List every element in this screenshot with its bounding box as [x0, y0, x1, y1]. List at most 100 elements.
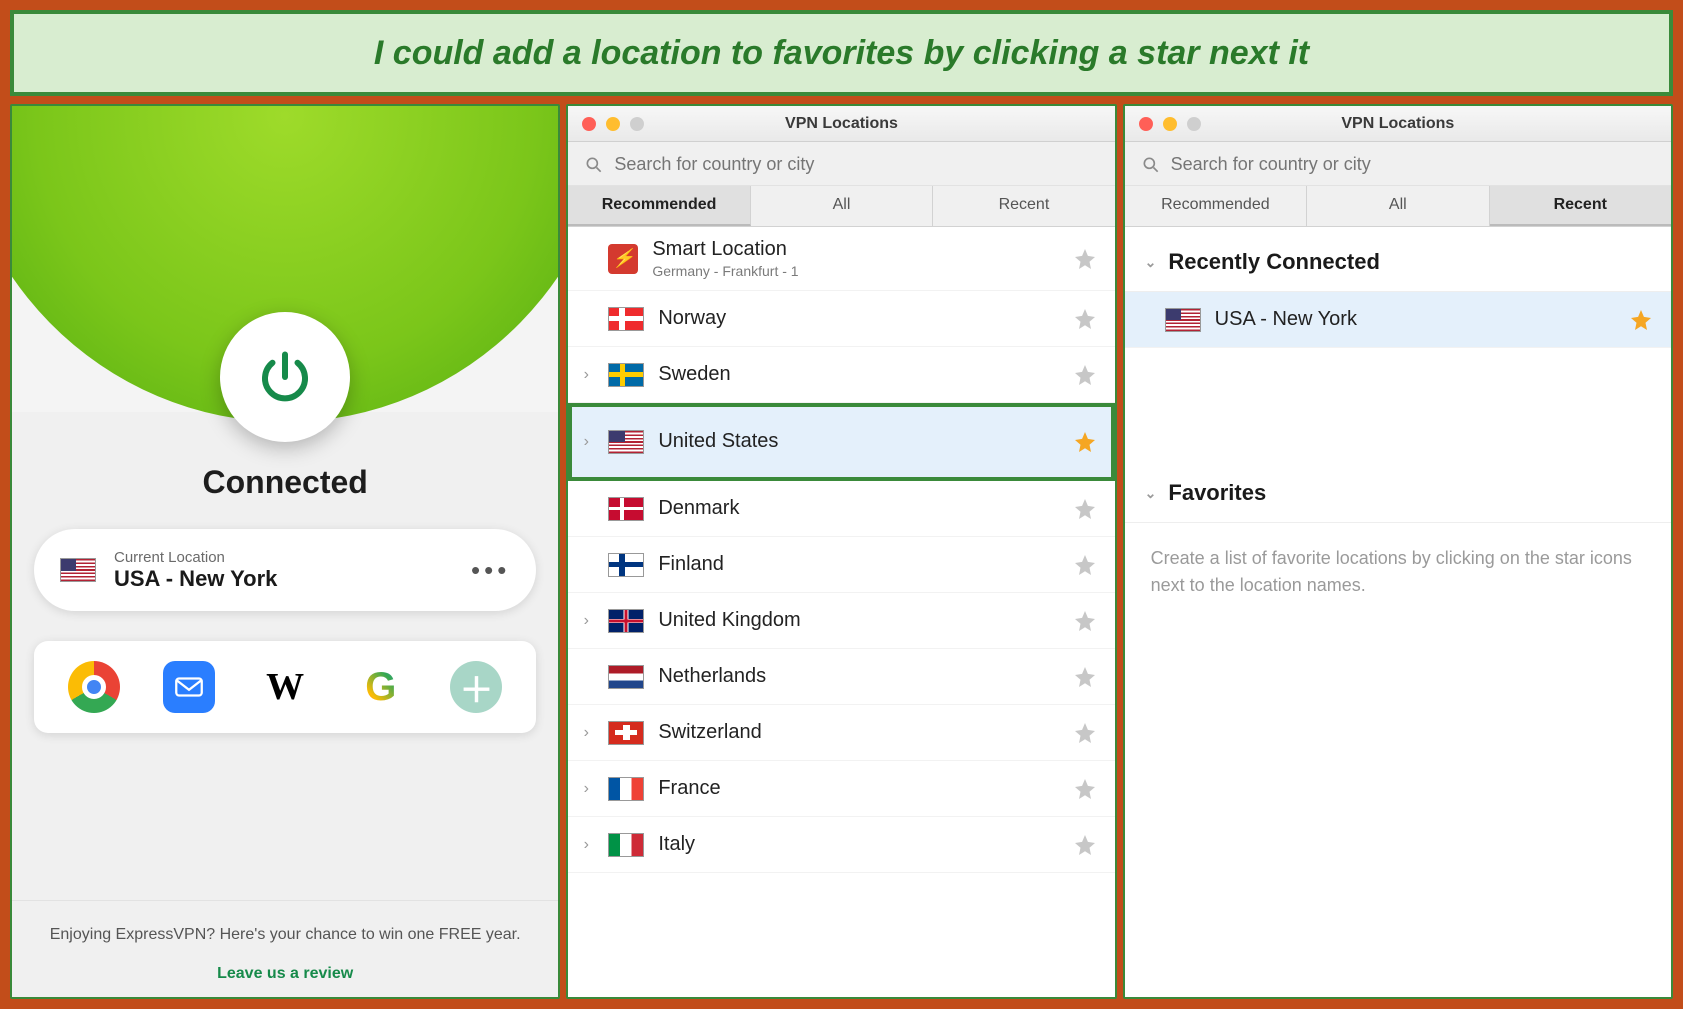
tab-recommended[interactable]: Recommended: [1125, 186, 1307, 226]
tab-recent[interactable]: Recent: [933, 186, 1114, 226]
location-tabs: Recommended All Recent: [1125, 186, 1671, 227]
search-input[interactable]: [1171, 154, 1655, 175]
location-name: Denmark: [658, 497, 1058, 520]
zoom-icon[interactable]: [630, 117, 644, 131]
star-icon[interactable]: [1073, 777, 1097, 801]
recently-connected-label: Recently Connected: [1168, 249, 1380, 275]
tab-recent[interactable]: Recent: [1490, 186, 1671, 226]
promo-text: Enjoying ExpressVPN? Here's your chance …: [42, 923, 528, 947]
power-button[interactable]: [220, 312, 350, 442]
connection-status: Connected: [12, 464, 558, 501]
recent-location-row[interactable]: USA - New York: [1125, 292, 1671, 348]
location-name: Norway: [658, 307, 1058, 330]
location-row[interactable]: Norway: [568, 291, 1114, 347]
favorites-label: Favorites: [1168, 480, 1266, 506]
flag-icon: [608, 665, 644, 689]
location-name: Finland: [658, 553, 1058, 576]
current-location-label: Current Location: [114, 549, 453, 566]
chrome-shortcut[interactable]: [68, 661, 120, 713]
location-list: ⚡ Smart Location Germany - Frankfurt - 1…: [568, 227, 1114, 997]
recently-connected-header[interactable]: ⌄ Recently Connected: [1125, 227, 1671, 292]
location-name: United Kingdom: [658, 609, 1058, 632]
location-row[interactable]: ›Switzerland: [568, 705, 1114, 761]
window-title: VPN Locations: [1125, 115, 1671, 133]
minimize-icon[interactable]: [1163, 117, 1177, 131]
star-icon[interactable]: [1073, 609, 1097, 633]
search-icon: [1141, 155, 1161, 175]
connection-hero: [12, 202, 558, 412]
current-location-value: USA - New York: [114, 566, 453, 592]
chevron-right-icon: ›: [578, 612, 594, 630]
star-icon[interactable]: [1629, 308, 1653, 332]
star-icon[interactable]: [1073, 307, 1097, 331]
minimize-icon[interactable]: [606, 117, 620, 131]
location-row[interactable]: Finland: [568, 537, 1114, 593]
location-row[interactable]: Denmark: [568, 481, 1114, 537]
location-name: Sweden: [658, 363, 1058, 386]
tab-recommended[interactable]: Recommended: [568, 186, 750, 226]
location-row[interactable]: › Sweden: [568, 347, 1114, 403]
star-icon[interactable]: [1073, 363, 1097, 387]
zoom-icon[interactable]: [1187, 117, 1201, 131]
favorites-header[interactable]: ⌄ Favorites: [1125, 458, 1671, 523]
us-flag-icon: [60, 558, 96, 582]
chevron-right-icon: ›: [578, 724, 594, 742]
star-icon[interactable]: [1073, 553, 1097, 577]
favorites-hint: Create a list of favorite locations by c…: [1125, 523, 1671, 621]
smart-location-icon: ⚡: [608, 244, 638, 274]
flag-icon: [608, 777, 644, 801]
flag-icon: [608, 497, 644, 521]
star-icon[interactable]: [1073, 497, 1097, 521]
window-controls: [582, 117, 644, 131]
app-shortcuts: W G ＋: [34, 641, 536, 733]
leave-review-link[interactable]: Leave us a review: [42, 965, 528, 983]
close-icon[interactable]: [1139, 117, 1153, 131]
current-location-card[interactable]: Current Location USA - New York •••: [34, 529, 536, 611]
chevron-right-icon: ›: [578, 366, 594, 384]
search-row: [568, 142, 1114, 186]
annotation-banner: I could add a location to favorites by c…: [10, 10, 1673, 96]
expressvpn-main-window: ExpressVPN Try the browser extension Ins…: [10, 104, 560, 999]
location-row[interactable]: ›Italy: [568, 817, 1114, 873]
location-name: United States: [658, 430, 1058, 453]
window-controls: [1139, 117, 1201, 131]
location-row[interactable]: › United Kingdom: [568, 593, 1114, 649]
flag-icon: [608, 833, 644, 857]
mail-shortcut[interactable]: [163, 661, 215, 713]
google-shortcut[interactable]: G: [355, 661, 407, 713]
search-input[interactable]: [614, 154, 1098, 175]
star-icon[interactable]: [1073, 833, 1097, 857]
star-icon[interactable]: [1073, 247, 1097, 271]
tab-all[interactable]: All: [1307, 186, 1489, 226]
chevron-down-icon: ⌄: [1145, 254, 1157, 271]
promo-card: Enjoying ExpressVPN? Here's your chance …: [12, 900, 558, 997]
mail-icon: [172, 670, 206, 704]
location-row[interactable]: Netherlands: [568, 649, 1114, 705]
flag-icon: [608, 307, 644, 331]
star-icon[interactable]: [1073, 721, 1097, 745]
smart-location-row[interactable]: ⚡ Smart Location Germany - Frankfurt - 1: [568, 227, 1114, 291]
add-shortcut-button[interactable]: ＋: [450, 661, 502, 713]
search-row: [1125, 142, 1671, 186]
more-icon[interactable]: •••: [471, 555, 510, 586]
close-icon[interactable]: [582, 117, 596, 131]
vpn-locations-recommended-window: VPN Locations Recommended All Recent ⚡ S…: [566, 104, 1116, 999]
titlebar: VPN Locations: [568, 106, 1114, 142]
smart-location-label: Smart Location: [652, 238, 1058, 261]
flag-icon: [608, 363, 644, 387]
location-row[interactable]: ›France: [568, 761, 1114, 817]
flag-icon: [608, 553, 644, 577]
flag-icon: [608, 721, 644, 745]
chevron-down-icon: ⌄: [1145, 485, 1157, 502]
flag-icon: [608, 430, 644, 454]
star-icon[interactable]: [1073, 430, 1097, 454]
annotation-text: I could add a location to favorites by c…: [374, 34, 1309, 73]
wikipedia-shortcut[interactable]: W: [259, 661, 311, 713]
flag-icon: [608, 609, 644, 633]
location-name: Netherlands: [658, 665, 1058, 688]
window-title: VPN Locations: [568, 115, 1114, 133]
star-icon[interactable]: [1073, 665, 1097, 689]
tab-all[interactable]: All: [751, 186, 933, 226]
location-name: Italy: [658, 833, 1058, 856]
location-row[interactable]: ›United States: [568, 403, 1114, 481]
